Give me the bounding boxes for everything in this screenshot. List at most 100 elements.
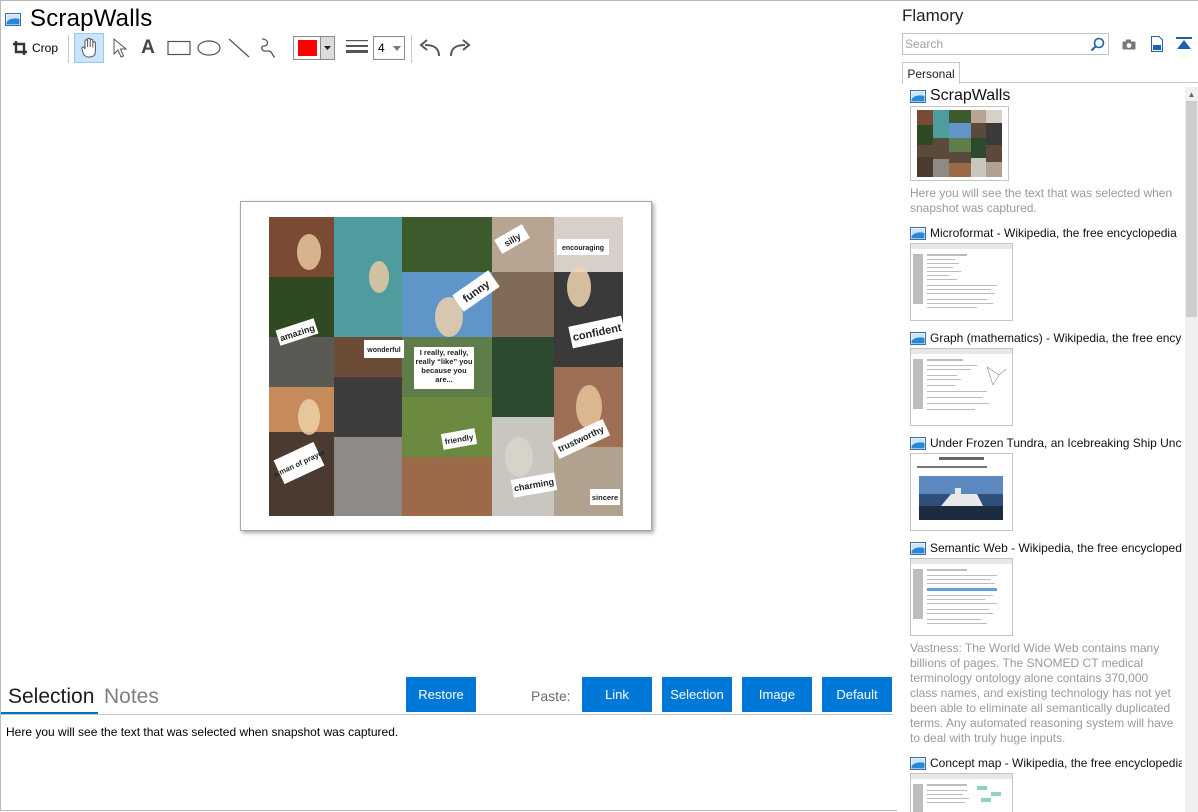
collage-word: encouraging xyxy=(562,245,604,252)
crop-icon xyxy=(12,41,27,55)
text-tool-button[interactable]: A xyxy=(135,33,161,63)
scroll-thumb[interactable] xyxy=(1186,101,1197,317)
window-title-bar: ScrapWalls xyxy=(5,5,152,33)
selection-text[interactable]: Here you will see the text that was sele… xyxy=(6,725,398,739)
list-item-title-text: Microformat - Wikipedia, the free encycl… xyxy=(930,226,1177,240)
list-item[interactable]: Graph (mathematics) - Wikipedia, the fre… xyxy=(910,329,1182,426)
redo-button[interactable] xyxy=(447,33,473,63)
paste-image-button[interactable]: Image xyxy=(742,677,812,712)
tab-selection[interactable]: Selection xyxy=(8,685,94,709)
snapshot-thumbnail[interactable] xyxy=(910,453,1013,531)
crop-button[interactable]: Crop xyxy=(7,33,63,63)
snapshot-icon xyxy=(910,436,926,450)
search-box[interactable] xyxy=(902,33,1109,55)
search-icon[interactable] xyxy=(1090,37,1105,52)
rectangle-tool-button[interactable] xyxy=(165,33,193,63)
list-item-title[interactable]: Concept map - Wikipedia, the free encycl… xyxy=(910,754,1182,772)
search-input[interactable] xyxy=(905,36,1085,52)
ellipse-icon xyxy=(197,40,221,56)
page-title: ScrapWalls xyxy=(30,5,153,32)
list-item-description: Here you will see the text that was sele… xyxy=(910,186,1173,215)
collage-image: silly encouraging funny confident amazin… xyxy=(269,217,623,516)
redo-icon xyxy=(450,39,471,57)
list-item[interactable]: Microformat - Wikipedia, the free encycl… xyxy=(910,224,1182,321)
freehand-icon xyxy=(260,38,276,58)
snapshot-icon xyxy=(910,756,926,770)
line-icon xyxy=(228,38,250,58)
list-item[interactable]: Under Frozen Tundra, an Icebreaking Ship… xyxy=(910,434,1182,531)
list-item-title-text: Concept map - Wikipedia, the free encycl… xyxy=(930,756,1182,770)
list-item[interactable]: ScrapWalls Here you will see the text th… xyxy=(910,87,1182,216)
freehand-tool-button[interactable] xyxy=(255,33,281,63)
select-tool-button[interactable] xyxy=(107,33,133,63)
collage-picture: silly encouraging funny confident amazin… xyxy=(269,217,623,516)
list-item-title[interactable]: Semantic Web - Wikipedia, the free encyc… xyxy=(910,539,1182,557)
line-width-select[interactable]: 4 xyxy=(373,33,405,63)
flamory-panel: Flamory Personal ScrapWalls xyxy=(897,1,1198,812)
paste-label: Paste: xyxy=(531,688,571,704)
list-item-title[interactable]: Microformat - Wikipedia, the free encycl… xyxy=(910,224,1182,242)
list-item-title-text: Graph (mathematics) - Wikipedia, the fre… xyxy=(930,331,1182,345)
snapshot-thumbnail[interactable] xyxy=(910,106,1009,181)
panel-title: Flamory xyxy=(902,6,964,25)
list-item-title-text: Under Frozen Tundra, an Icebreaking Ship… xyxy=(930,436,1182,450)
page-thumbnail-image xyxy=(911,559,1012,624)
color-picker[interactable] xyxy=(293,33,335,63)
list-item-title-text: ScrapWalls xyxy=(930,87,1011,104)
list-item-title[interactable]: ScrapWalls xyxy=(910,87,1182,105)
pan-tool-button[interactable] xyxy=(74,33,104,63)
undo-button[interactable] xyxy=(417,33,443,63)
snapshot-icon xyxy=(910,226,926,240)
undo-icon xyxy=(419,39,440,57)
paste-link-button[interactable]: Link xyxy=(582,677,652,712)
hand-icon xyxy=(81,37,96,58)
toolbar-divider xyxy=(68,35,69,63)
list-item-title[interactable]: Under Frozen Tundra, an Icebreaking Ship… xyxy=(910,434,1182,452)
text-tool-icon: A xyxy=(141,37,155,58)
collage-word: wonderful xyxy=(366,347,400,354)
tab-personal[interactable]: Personal xyxy=(902,62,960,84)
line-weight-icon xyxy=(346,40,368,53)
snapshot-thumbnail[interactable] xyxy=(910,348,1013,426)
document-icon[interactable] xyxy=(1148,35,1166,53)
line-width-dropdown[interactable]: 4 xyxy=(373,36,405,60)
snapshot-thumbnail[interactable] xyxy=(910,773,1013,812)
app-window: ScrapWalls Crop A 4 silly encouraging fu… xyxy=(0,0,1198,812)
color-dropdown[interactable] xyxy=(293,36,335,60)
move-to-top-icon[interactable] xyxy=(1175,35,1193,53)
panel-scrollbar[interactable]: ▲ xyxy=(1185,87,1198,812)
snapshot-list: ScrapWalls Here you will see the text th… xyxy=(910,87,1182,812)
crop-label: Crop xyxy=(31,41,58,55)
collage-word: sincere xyxy=(592,493,618,502)
snapshot-icon xyxy=(910,89,926,103)
news-thumbnail-image xyxy=(911,454,1012,530)
page-thumbnail-image xyxy=(911,774,1012,812)
main-area: ScrapWalls Crop A 4 silly encouraging fu… xyxy=(1,1,897,812)
list-item[interactable]: Concept map - Wikipedia, the free encycl… xyxy=(910,754,1182,812)
line-tool-button[interactable] xyxy=(226,33,252,63)
scroll-up-arrow-icon[interactable]: ▲ xyxy=(1185,87,1198,101)
snapshot-canvas[interactable]: silly encouraging funny confident amazin… xyxy=(240,201,652,531)
divider xyxy=(1,714,893,715)
collage-thumbnail-image xyxy=(911,107,1008,180)
camera-icon[interactable] xyxy=(1120,35,1138,53)
collage-word: I really, really, really “like” you beca… xyxy=(415,348,473,384)
color-swatch xyxy=(298,40,317,56)
list-item[interactable]: Semantic Web - Wikipedia, the free encyc… xyxy=(910,539,1182,746)
ellipse-tool-button[interactable] xyxy=(195,33,223,63)
rectangle-icon xyxy=(167,40,191,56)
snapshot-icon xyxy=(910,541,926,555)
chevron-down-icon xyxy=(393,45,401,51)
toolbar-divider xyxy=(411,35,412,63)
line-width-value: 4 xyxy=(378,41,385,55)
paste-selection-button[interactable]: Selection xyxy=(662,677,732,712)
page-thumbnail-image xyxy=(911,244,1012,308)
list-item-title[interactable]: Graph (mathematics) - Wikipedia, the fre… xyxy=(910,329,1182,347)
snapshot-thumbnail[interactable] xyxy=(910,243,1013,321)
snapshot-thumbnail[interactable] xyxy=(910,558,1013,636)
snapshot-icon xyxy=(910,331,926,345)
line-weight-button[interactable] xyxy=(345,33,369,63)
paste-default-button[interactable]: Default xyxy=(822,677,892,712)
restore-button[interactable]: Restore xyxy=(406,677,476,712)
tab-notes[interactable]: Notes xyxy=(104,685,159,709)
